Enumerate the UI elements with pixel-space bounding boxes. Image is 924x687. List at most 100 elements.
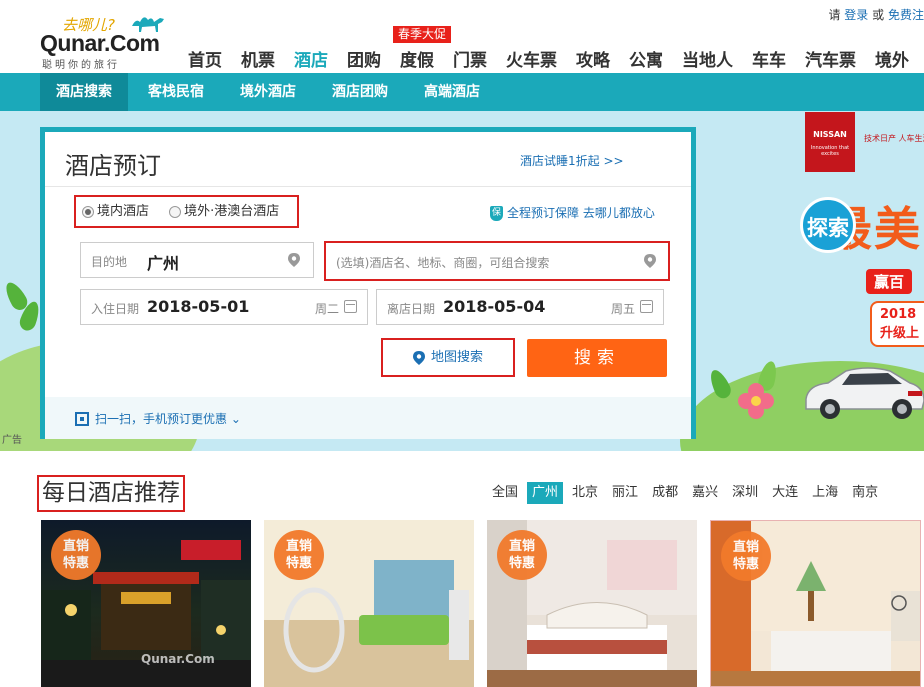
top-or: 或: [872, 8, 885, 22]
radio-domestic[interactable]: 境内酒店: [82, 197, 149, 226]
direct-sale-badge: 直销 特惠: [721, 531, 771, 581]
city-tab[interactable]: 上海: [807, 482, 843, 504]
flower-icon: [738, 383, 774, 419]
subnav-overseas-hotels[interactable]: 境外酒店: [224, 73, 312, 111]
radio-checked-icon[interactable]: [82, 205, 94, 218]
logo-name[interactable]: Qunar.Com: [40, 30, 160, 57]
daily-hotels-title: 每日酒店推荐: [37, 475, 185, 512]
nissan-brand: NISSAN: [813, 130, 847, 139]
nav-bus[interactable]: 汽车票: [805, 46, 856, 71]
hotel-card[interactable]: 直销 特惠: [710, 520, 921, 687]
nav-vacation[interactable]: 度假: [400, 46, 434, 71]
keyword-search-input[interactable]: (选填)酒店名、地标、商圈，可组合搜索: [324, 241, 670, 281]
ad-label: 广告: [2, 435, 22, 446]
checkout-date[interactable]: 2018-05-04: [443, 297, 545, 316]
nav-overseas[interactable]: 境外: [875, 46, 909, 71]
ad-year: 2018: [880, 307, 917, 322]
scan-text: 扫一扫，手机预订更优惠: [95, 412, 228, 426]
ad-tagline: 技术日产 人车生活: [864, 134, 924, 143]
city-tab[interactable]: 北京: [567, 482, 603, 504]
subnav-luxury-hotels[interactable]: 高端酒店: [408, 73, 496, 111]
nav-hotels[interactable]: 酒店: [294, 46, 328, 71]
register-link[interactable]: 免费注: [888, 8, 924, 22]
checkout-date-field[interactable]: 离店日期 2018-05-04 周五: [376, 289, 664, 325]
calendar-icon[interactable]: [640, 300, 653, 313]
direct-sale-badge: 直销 特惠: [51, 530, 101, 580]
scan-link[interactable]: 扫一扫，手机预订更优惠 ⌄: [95, 410, 241, 427]
nissan-logo: NISSAN Innovation that excites: [805, 112, 855, 172]
radio-overseas[interactable]: 境外·港澳台酒店: [169, 197, 279, 226]
car-image: [805, 367, 924, 419]
guarantee-link[interactable]: 保全程预订保障 去哪儿都放心: [490, 204, 655, 221]
checkin-label: 入住日期: [91, 302, 140, 316]
top-prefix: 请: [828, 8, 841, 22]
nav-guides[interactable]: 攻略: [576, 46, 610, 71]
sub-nav: 酒店搜索 客栈民宿 境外酒店 酒店团购 高端酒店: [0, 73, 924, 111]
city-tab[interactable]: 成都: [647, 482, 683, 504]
trial-link[interactable]: 酒店试睡1折起 >>: [520, 152, 624, 169]
subnav-hotel-search[interactable]: 酒店搜索: [40, 73, 128, 111]
shield-icon: 保: [490, 206, 503, 221]
nav-flights[interactable]: 机票: [241, 46, 275, 71]
main-nav: 首页 机票 酒店 团购 度假 门票 火车票 攻略 公寓 当地人 车车 汽车票 境外: [188, 46, 924, 71]
direct-sale-badge: 直销 特惠: [497, 530, 547, 580]
radio-overseas-label: 境外·港澳台酒店: [184, 204, 280, 219]
hotel-type-radio-group: 境内酒店 境外·港澳台酒店: [74, 195, 299, 228]
hotel-card[interactable]: 直销 特惠 Qunar.Com: [41, 520, 251, 687]
badge-line-1: 直销: [285, 539, 312, 554]
badge-line-2: 特惠: [285, 556, 312, 571]
city-tab[interactable]: 深圳: [727, 482, 763, 504]
badge-line-2: 特惠: [732, 557, 759, 572]
nav-group-buy[interactable]: 团购: [347, 46, 381, 71]
keyword-placeholder: (选填)酒店名、地标、商圈，可组合搜索: [336, 256, 550, 270]
badge-line-2: 特惠: [508, 556, 535, 571]
hotel-card[interactable]: 直销 特惠: [264, 520, 474, 687]
destination-value[interactable]: 广州: [147, 250, 179, 274]
chevron-down-icon: ⌄: [230, 412, 241, 426]
location-pin-icon: [288, 253, 300, 267]
city-tab[interactable]: 丽江: [607, 482, 643, 504]
checkout-day: 周五: [611, 302, 636, 316]
nav-apartments[interactable]: 公寓: [629, 46, 663, 71]
ad-year-box: 2018 升级上: [870, 301, 924, 347]
radio-domestic-label: 境内酒店: [97, 204, 150, 219]
nissan-slogan: Innovation that excites: [810, 145, 850, 157]
city-tab[interactable]: 全国: [487, 482, 523, 504]
subnav-hotel-group-buy[interactable]: 酒店团购: [316, 73, 404, 111]
nav-home[interactable]: 首页: [188, 46, 222, 71]
radio-unchecked-icon[interactable]: [169, 205, 182, 218]
calendar-icon[interactable]: [344, 300, 357, 313]
login-link[interactable]: 登录: [844, 8, 868, 22]
nav-tickets[interactable]: 门票: [453, 46, 487, 71]
city-tab[interactable]: 南京: [847, 482, 883, 504]
guarantee-text: 全程预订保障 去哪儿都放心: [507, 206, 655, 220]
booking-title: 酒店预订: [65, 152, 161, 180]
nav-cars[interactable]: 车车: [752, 46, 786, 71]
hotel-booking-panel: 酒店预订 酒店试睡1折起 >> 境内酒店 境外·港澳台酒店 保全程预订保障 去哪…: [40, 127, 696, 439]
top-links: 请 登录 或 免费注: [828, 6, 924, 23]
promo-badge: 春季大促: [393, 26, 452, 43]
booking-footer: 扫一扫，手机预订更优惠 ⌄: [45, 397, 691, 439]
checkout-label: 离店日期: [387, 302, 436, 316]
nav-locals[interactable]: 当地人: [682, 46, 733, 71]
city-tab-active[interactable]: 广州: [527, 482, 564, 504]
ad-win-text: 赢百: [866, 269, 913, 294]
checkin-date[interactable]: 2018-05-01: [147, 297, 249, 316]
map-pin-icon: [412, 350, 425, 365]
location-pin-icon: [644, 254, 656, 268]
booking-divider: [45, 186, 691, 187]
map-search-button[interactable]: 地图搜索: [381, 338, 515, 377]
checkin-date-field[interactable]: 入住日期 2018-05-01 周二: [80, 289, 368, 325]
subnav-inns[interactable]: 客栈民宿: [132, 73, 220, 111]
city-tab[interactable]: 嘉兴: [687, 482, 723, 504]
map-search-label: 地图搜索: [430, 350, 483, 365]
qr-code-icon: [75, 412, 89, 426]
header: 去哪儿? Qunar.Com 聪明你的旅行 请 登录 或 免费注 春季大促 首页…: [0, 0, 924, 74]
hotel-card[interactable]: 直销 特惠: [487, 520, 697, 687]
ad-explore-badge: 探索: [800, 197, 856, 253]
search-button[interactable]: 搜索: [527, 339, 667, 377]
nav-train[interactable]: 火车票: [506, 46, 557, 71]
badge-line-1: 直销: [732, 540, 759, 555]
city-tab[interactable]: 大连: [767, 482, 803, 504]
destination-field[interactable]: 目的地 广州: [80, 242, 314, 278]
